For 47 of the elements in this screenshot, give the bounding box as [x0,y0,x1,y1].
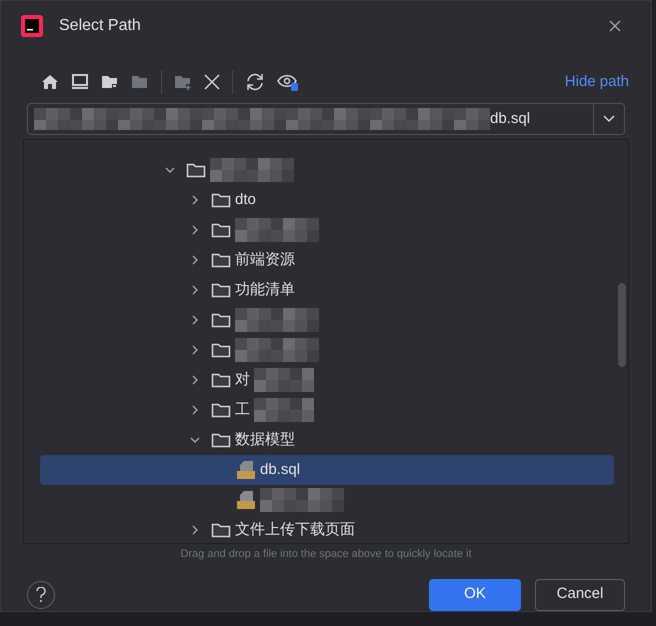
tree-item-label: db.sql [260,460,300,480]
sql-file-icon [236,490,256,510]
home-icon[interactable] [41,74,59,90]
tree-item-label: 对 [235,370,250,390]
tree-row[interactable]: 对 [40,365,614,395]
new-folder-icon[interactable] [174,74,192,90]
tree-row[interactable]: dto [40,185,614,215]
folder-icon [211,282,231,298]
ok-button[interactable]: OK [429,578,521,610]
folder-icon [211,192,231,208]
tree-row[interactable]: 工 [40,395,614,425]
folder-icon [211,372,231,388]
folder-icon [211,522,231,538]
close-icon[interactable] [609,20,621,32]
help-button[interactable] [27,580,55,608]
drag-drop-hint: Drag and drop a file into the space above to quickly locate it [179,547,473,562]
folder-icon [211,252,231,268]
folder-icon [211,402,231,418]
tree-row[interactable]: 功能清单 [40,275,614,305]
help-icon [36,586,46,602]
eye-icon[interactable] [277,73,299,91]
scrollbar-thumb[interactable] [618,283,626,367]
tree-item-label: dto [235,190,256,210]
delete-icon[interactable] [204,74,220,90]
sql-file-icon [236,460,256,480]
refresh-icon[interactable] [245,73,265,91]
cancel-button[interactable]: Cancel [535,578,625,610]
folder-icon [186,162,206,178]
monitor-icon[interactable] [71,74,89,90]
tree-row[interactable]: db.sql [40,455,614,485]
path-combo-box[interactable]: db.sql [27,103,625,135]
tree-row[interactable]: 前端资源 [40,245,614,275]
window-title: Select Path [59,16,141,36]
tree-item-label: 文件上传下载页面 [235,520,355,540]
folder-icon[interactable] [101,74,119,90]
app-logo-icon [21,15,43,37]
tree-row[interactable]: 数据模型 [40,425,614,455]
tree-item-label: 前端资源 [235,250,295,270]
folder-icon [211,432,231,448]
folder-icon [211,222,231,238]
tree-row[interactable]: 文件上传下载页面 [40,515,614,543]
folder-icon [211,342,231,358]
tree-item-label: 工 [235,400,250,420]
hide-path-link[interactable]: Hide path [564,70,629,94]
folder-icon [211,312,231,328]
tree-item-label: 功能清单 [235,280,295,300]
tree-item-label: 数据模型 [235,430,295,450]
